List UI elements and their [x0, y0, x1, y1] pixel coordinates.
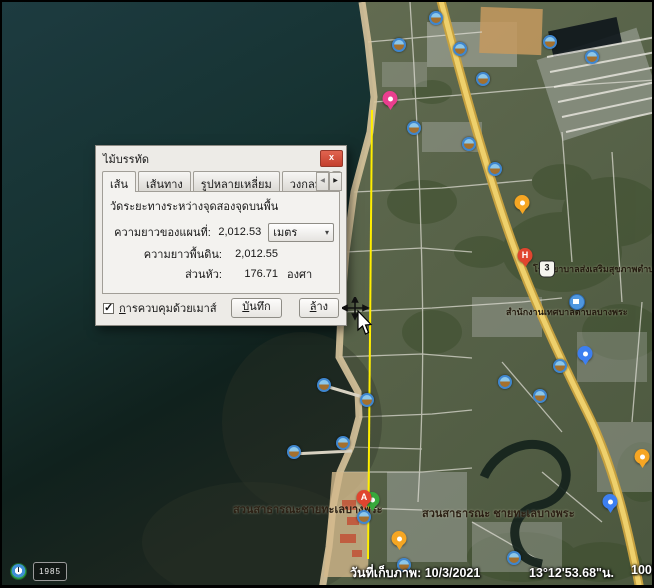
map-marker-photo[interactable] [360, 393, 374, 407]
heading-label: ส่วนหัว: [110, 265, 222, 283]
map-marker-photo[interactable] [336, 436, 350, 450]
dirt-field [479, 7, 543, 55]
ground-length-label: ความยาวพื้นดิน: [110, 245, 222, 263]
map-marker-photo[interactable] [317, 378, 331, 392]
mouse-nav-label: การควบคุมด้วยเมาส์ [119, 299, 217, 317]
map-marker-photo[interactable] [392, 38, 406, 52]
dialog-tab-bar: เส้น เส้นทาง รูปหลายเหลี่ยม วงกลม เส้ ◀ … [96, 168, 346, 191]
measure-description: วัดระยะทางระหว่างจุดสองจุดบนพื้น [110, 197, 278, 215]
tab-scroll-left-icon[interactable]: ◀ [316, 172, 329, 191]
heading-row: ส่วนหัว: 176.71 องศา [110, 264, 334, 284]
map-marker-photo[interactable] [488, 162, 502, 176]
tab-polygon[interactable]: รูปหลายเหลี่ยม [193, 171, 280, 191]
map-marker-photo[interactable] [585, 50, 599, 64]
map-marker-photo[interactable] [407, 121, 421, 135]
ground-length-value: 2,012.55 [222, 248, 285, 260]
historical-imagery-clock-icon[interactable] [10, 563, 27, 580]
map-marker-photo[interactable] [287, 445, 301, 459]
tab-scroll-right-icon[interactable]: ▶ [329, 172, 342, 191]
chevron-down-icon: ▾ [325, 228, 329, 237]
map-marker-pin-orange-restaurant[interactable] [392, 531, 407, 546]
map-length-value: 2,012.53 [211, 226, 268, 238]
map-marker-pin-orange-cafe[interactable] [635, 449, 650, 464]
map-marker-photo[interactable] [429, 11, 443, 25]
map-marker-photo[interactable] [476, 72, 490, 86]
map-marker-photo[interactable] [453, 42, 467, 56]
save-button[interactable]: บันทึก [231, 298, 281, 318]
map-length-row: ความยาวของแผนที่: 2,012.53 เมตร ▾ [110, 222, 334, 242]
map-length-label: ความยาวของแผนที่: [110, 223, 211, 241]
heading-value: 176.71 [222, 268, 285, 280]
map-marker-photo[interactable] [533, 389, 547, 403]
map-marker-pin-red-a[interactable]: A [357, 490, 372, 505]
heading-unit: องศา [285, 265, 312, 283]
map-marker-photo[interactable] [553, 359, 567, 373]
map-marker-circle-gov[interactable] [569, 294, 585, 310]
map-marker-pin-pink[interactable] [383, 91, 398, 106]
tab-line[interactable]: เส้น [102, 171, 136, 192]
unit-dropdown-value: เมตร [273, 223, 325, 241]
ruler-dialog: ไม้บรรทัด x เส้น เส้นทาง รูปหลายเหลี่ยม … [95, 145, 347, 326]
map-marker-shield[interactable]: 3 [539, 261, 555, 278]
status-latitude: 13°12'53.68"น. [529, 563, 614, 583]
map-marker-photo[interactable] [462, 137, 476, 151]
map-marker-pin-blue-shopping[interactable] [578, 346, 593, 361]
close-icon[interactable]: x [320, 150, 343, 167]
map-place-label: สำนักงานเทศบาลตำบลบางพระ [506, 305, 628, 319]
historical-imagery-year-chip[interactable]: 1985 [33, 562, 67, 581]
status-capture-date: วันที่เก็บภาพ: 10/3/2021 [350, 563, 480, 583]
ground-length-row: ความยาวพื้นดิน: 2,012.55 [110, 244, 334, 264]
map-marker-pin-blue-lodging[interactable] [603, 494, 618, 509]
map-marker-photo[interactable] [507, 551, 521, 565]
dialog-tab-panel: วัดระยะทางระหว่างจุดสองจุดบนพื้น ความยาว… [102, 191, 340, 294]
tab-path[interactable]: เส้นทาง [138, 171, 191, 191]
mouse-cursor [342, 297, 376, 337]
tab-scroll-buttons: ◀ ▶ [316, 172, 342, 191]
dialog-footer: การควบคุมด้วยเมาส์ บันทึก ล้าง [103, 298, 339, 318]
map-marker-pin-red-hospital[interactable]: H [518, 248, 533, 263]
unit-dropdown[interactable]: เมตร ▾ [268, 223, 334, 242]
dialog-titlebar[interactable]: ไม้บรรทัด x [96, 146, 346, 168]
dialog-title: ไม้บรรทัด [103, 150, 320, 168]
map-marker-photo[interactable] [543, 35, 557, 49]
status-longitude: 100°5 [631, 563, 654, 577]
map-marker-photo[interactable] [498, 375, 512, 389]
map-place-label: สวนสาธารณะ ชายทะเลบางพระ [422, 504, 575, 522]
clear-button[interactable]: ล้าง [299, 298, 339, 318]
map-marker-pin-orange-shopping[interactable] [515, 195, 530, 210]
mouse-nav-checkbox[interactable] [103, 303, 114, 314]
google-earth-window: H3A สวนสาธารณะชายทะเลบางพระสวนสาธารณะ ชา… [0, 0, 654, 588]
